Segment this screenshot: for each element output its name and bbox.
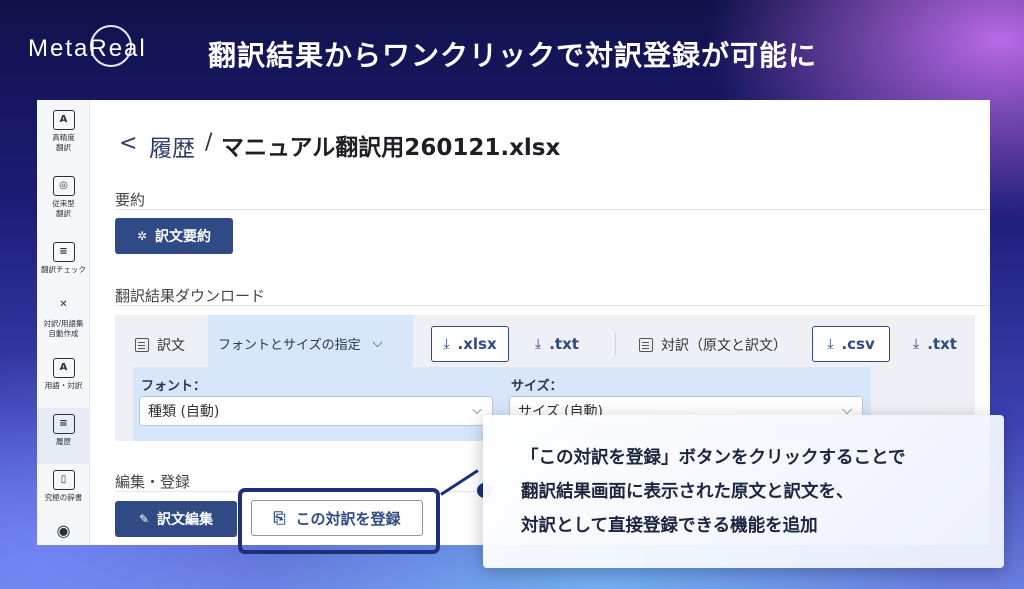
download-xlsx-button[interactable]: ⤓ .xlsx [431, 326, 509, 362]
download-csv-button[interactable]: ⤓ .csv [812, 326, 890, 362]
download-bilingual-txt-button[interactable]: ⤓ .txt [913, 326, 957, 362]
sidebar-item-label: 従来型 翻訳 [52, 199, 75, 218]
bilingual-download-label: 対訳（原文と訳文） [639, 335, 787, 355]
download-bilingual-txt-label: .txt [927, 335, 957, 353]
sidebar-item-ultimate-dictionary[interactable]: ▯ 究極の辞書 [37, 464, 90, 520]
dictionary-icon: A [52, 358, 75, 378]
download-icon: ⤓ [913, 336, 920, 352]
sidebar-item-glossary-auto-create[interactable]: ✕ 対訳/用語集 自動作成 [37, 290, 90, 346]
sidebar-item-label: 翻訳チェック [41, 265, 86, 274]
summarize-button-label: 訳文要約 [155, 229, 212, 245]
breadcrumb-separator: / [205, 130, 213, 155]
download-icon: ⤓ [535, 336, 542, 352]
sidebar-item-conventional-translation[interactable]: ◎ 従来型 翻訳 [37, 170, 90, 226]
tools-icon: ✕ [59, 299, 68, 310]
page-title: マニュアル翻訳用260121.xlsx [221, 135, 561, 161]
sidebar-item-label: 履歴 [56, 437, 71, 446]
chevron-down-icon: ⌵ [472, 403, 482, 418]
font-type-select[interactable]: 種類 (自動) ⌵ [139, 396, 493, 426]
font-type-value: 種類 (自動) [148, 404, 220, 420]
globe-icon: ◎ [52, 176, 75, 196]
chevron-down-icon: ⌵ [372, 335, 383, 351]
edit-icon: ✎ [138, 512, 150, 526]
bilingual-label-text: 対訳（原文と訳文） [661, 338, 787, 354]
summary-section-label: 要約 [115, 191, 146, 209]
sparkle-icon: ✲ [136, 229, 148, 243]
download-txt-label: .txt [549, 335, 579, 353]
translation-download-label: 訳文 [135, 335, 185, 355]
divider [115, 209, 990, 210]
callout-line: 対訳として直接登録できる機能を追加 [521, 516, 818, 536]
download-xlsx-label: .xlsx [457, 335, 497, 353]
callout-line: 「この対訳を登録」ボタンをクリックすることで [521, 448, 906, 468]
callout-box: 「この対訳を登録」ボタンをクリックすることで 翻訳結果画面に表示された原文と訳文… [483, 415, 1004, 568]
font-size-toggle-label: フォントとサイズの指定 [218, 337, 361, 353]
checklist-icon: ≡ [52, 242, 75, 262]
sidebar-item-label: 用語・対訳 [44, 381, 83, 390]
users-icon: ◉ [56, 521, 71, 540]
highlight-frame [238, 488, 440, 554]
download-csv-label: .csv [841, 335, 875, 353]
sidebar-item-label: 対訳/用語集 自動作成 [43, 319, 84, 338]
translation-label-text: 訳文 [157, 338, 185, 354]
sidebar-item-terms[interactable]: A 用語・対訳 [37, 352, 90, 408]
sidebar-item-users[interactable]: ◉ [37, 516, 90, 545]
divider [115, 305, 990, 306]
edit-translation-label: 訳文編集 [157, 512, 214, 528]
brand-logo: MetaReal [28, 35, 147, 62]
book-icon: ▯ [52, 470, 75, 490]
download-section-label: 翻訳結果ダウンロード [115, 287, 266, 305]
download-icon: ⤓ [443, 336, 450, 352]
font-field-label: フォント： [141, 379, 207, 394]
vertical-separator [615, 333, 616, 355]
edit-section-label: 編集・登録 [115, 473, 191, 491]
edit-translation-button[interactable]: ✎ 訳文編集 [115, 501, 237, 537]
sidebar-item-translation-check[interactable]: ≡ 翻訳チェック [37, 236, 90, 292]
breadcrumb-history-link[interactable]: 履歴 [149, 129, 195, 163]
font-size-toggle[interactable]: フォントとサイズの指定 ⌵ [208, 315, 413, 371]
download-icon: ⤓ [827, 336, 834, 352]
callout-line: 翻訳結果画面に表示された原文と訳文を、 [521, 482, 854, 502]
translate-icon: A [52, 110, 75, 130]
history-icon: ≡ [52, 414, 75, 434]
document-icon [135, 338, 149, 352]
document-icon [639, 338, 653, 352]
sidebar-item-high-accuracy-translation[interactable]: A 高精度 翻訳 [37, 104, 90, 160]
back-button[interactable]: < [119, 131, 137, 156]
summarize-button[interactable]: ✲ 訳文要約 [115, 218, 233, 254]
size-field-label: サイズ： [511, 379, 563, 394]
sidebar-item-history[interactable]: ≡ 履歴 [37, 408, 90, 464]
download-txt-button[interactable]: ⤓ .txt [535, 326, 579, 362]
sidebar-item-label: 究極の辞書 [44, 493, 83, 502]
sidebar: A 高精度 翻訳 ◎ 従来型 翻訳 ≡ 翻訳チェック ✕ 対訳/用語集 自動作成… [37, 100, 90, 545]
headline: 翻訳結果からワンクリックで対訳登録が可能に [208, 39, 818, 72]
sidebar-item-label: 高精度 翻訳 [52, 133, 75, 152]
